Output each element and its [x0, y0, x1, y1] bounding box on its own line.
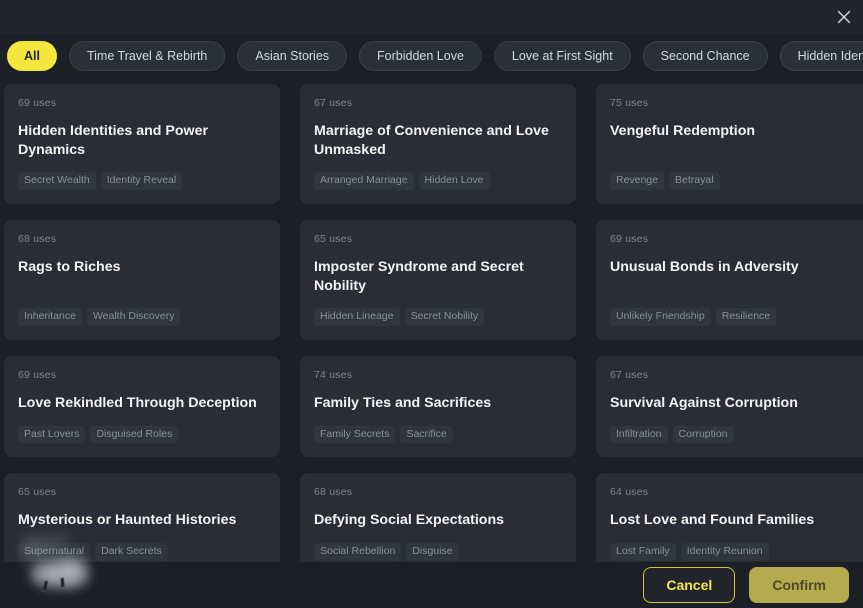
- card-tag: Social Rebellion: [314, 543, 402, 561]
- trope-card[interactable]: 69 uses Hidden Identities and Power Dynam…: [4, 84, 280, 205]
- card-tag-list: Infiltration Corruption: [610, 425, 858, 444]
- card-tag: Supernatural: [18, 543, 91, 561]
- filter-chip-3[interactable]: Forbidden Love: [359, 41, 482, 71]
- card-uses-count: 65 uses: [314, 233, 353, 246]
- cancel-button[interactable]: Cancel: [643, 567, 736, 603]
- trope-card[interactable]: 68 uses Rags to Riches Inheritance Wealth D…: [4, 220, 280, 341]
- filter-chip-0[interactable]: All: [7, 41, 57, 71]
- modal-footer: Cancel Confirm: [0, 562, 863, 608]
- card-tag: Revenge: [610, 172, 665, 191]
- card-tag: Wealth Discovery: [86, 308, 181, 327]
- trope-card[interactable]: 74 uses Family Ties and Sacrifices Family …: [300, 356, 576, 458]
- card-tag: Past Lovers: [18, 425, 86, 444]
- filter-chip-2[interactable]: Asian Stories: [237, 41, 348, 71]
- close-icon: [837, 10, 851, 24]
- trope-card[interactable]: 64 uses Lost Love and Found Families Lost …: [596, 473, 863, 566]
- close-button[interactable]: [830, 3, 858, 31]
- card-uses-count: 67 uses: [610, 369, 649, 382]
- card-uses-count: 65 uses: [18, 486, 57, 499]
- card-uses-count: 74 uses: [314, 369, 353, 382]
- card-title: Family Ties and Sacrifices: [314, 395, 492, 412]
- card-uses-count: 68 uses: [314, 486, 353, 499]
- trope-card[interactable]: 69 uses Unusual Bonds in Adversity Unlikel…: [596, 220, 863, 341]
- card-tag-list: Supernatural Dark Secrets: [18, 543, 266, 561]
- card-title: Imposter Syndrome and Secret Nobility: [314, 259, 524, 294]
- card-tag: Hidden Lineage: [314, 308, 400, 327]
- card-tag: Sacrifice: [400, 425, 453, 444]
- card-tag: Family Secrets: [314, 425, 396, 444]
- card-tag: Inheritance: [18, 308, 82, 327]
- card-tag: Secret Wealth: [18, 172, 96, 191]
- card-tag-list: Arranged Marriage Hidden Love: [314, 172, 562, 191]
- trope-selector-modal: All Time Travel & Rebirth Asian Stories For…: [0, 0, 863, 608]
- card-tag: Arranged Marriage: [314, 172, 414, 191]
- filter-chip-5[interactable]: Second Chance: [642, 41, 768, 71]
- trope-card[interactable]: 67 uses Marriage of Convenience and Love …: [300, 84, 576, 205]
- card-tag-list: Revenge Betrayal: [610, 172, 858, 191]
- card-tag: Resilience: [715, 308, 777, 327]
- card-tag: Dark Secrets: [95, 543, 168, 561]
- trope-card[interactable]: 69 uses Love Rekindled Through Deception P…: [4, 356, 280, 458]
- trope-card[interactable]: 65 uses Mysterious or Haunted Histories Su…: [4, 473, 280, 566]
- trope-card[interactable]: 65 uses Imposter Syndrome and Secret Nobi…: [300, 220, 576, 341]
- card-title: Love Rekindled Through Deception: [18, 395, 257, 412]
- card-title: Mysterious or Haunted Histories: [18, 512, 237, 529]
- card-uses-count: 69 uses: [18, 97, 57, 109]
- card-title: Defying Social Expectations: [314, 512, 505, 529]
- card-uses-count: 64 uses: [610, 486, 649, 499]
- card-title: Vengeful Redemption: [610, 123, 756, 139]
- card-title: Survival Against Corruption: [610, 395, 798, 412]
- card-tag: Betrayal: [669, 172, 720, 191]
- card-tag-list: Family Secrets Sacrifice: [314, 425, 562, 444]
- filter-chips-row[interactable]: All Time Travel & Rebirth Asian Stories For…: [0, 40, 863, 72]
- card-tag: Infiltration: [610, 425, 668, 444]
- trope-card-grid[interactable]: 69 uses Hidden Identities and Power Dynam…: [4, 84, 863, 566]
- card-tag: Identity Reunion: [680, 543, 769, 561]
- modal-header: [0, 0, 863, 34]
- card-tag-list: Social Rebellion Disguise: [314, 543, 562, 561]
- card-tag: Disguised Roles: [90, 425, 179, 444]
- card-tag-list: Hidden Lineage Secret Nobility: [314, 308, 562, 327]
- card-tag-list: Inheritance Wealth Discovery: [18, 308, 266, 327]
- trope-card[interactable]: 67 uses Survival Against Corruption Infilt…: [596, 356, 863, 458]
- card-uses-count: 75 uses: [610, 97, 649, 109]
- card-tag: Disguise: [406, 543, 459, 561]
- card-title: Lost Love and Found Families: [610, 512, 815, 529]
- filter-chip-6[interactable]: Hidden Identity: [779, 41, 863, 71]
- card-tag: Hidden Love: [418, 172, 490, 191]
- card-title: Hidden Identities and Power Dynamics: [18, 123, 208, 158]
- card-tag: Unlikely Friendship: [610, 308, 711, 327]
- card-tag: Identity Reveal: [100, 172, 183, 191]
- card-tag: Lost Family: [610, 543, 676, 561]
- trope-card[interactable]: 68 uses Defying Social Expectations Social…: [300, 473, 576, 566]
- card-tag-list: Lost Family Identity Reunion: [610, 543, 858, 561]
- card-uses-count: 69 uses: [610, 233, 649, 246]
- card-uses-count: 68 uses: [18, 233, 57, 246]
- card-title: Rags to Riches: [18, 259, 121, 276]
- filter-chip-4[interactable]: Love at First Sight: [493, 41, 631, 71]
- card-tag-list: Past Lovers Disguised Roles: [18, 425, 266, 444]
- filter-chip-1[interactable]: Time Travel & Rebirth: [68, 41, 226, 71]
- trope-card[interactable]: 75 uses Vengeful Redemption Revenge Betraya…: [596, 84, 863, 205]
- card-tag: Corruption: [672, 425, 734, 444]
- card-tag: Secret Nobility: [404, 308, 485, 327]
- card-uses-count: 69 uses: [18, 369, 57, 382]
- card-tag-list: Unlikely Friendship Resilience: [610, 308, 858, 327]
- card-title: Unusual Bonds in Adversity: [610, 259, 799, 276]
- card-tag-list: Secret Wealth Identity Reveal: [18, 172, 266, 191]
- card-title: Marriage of Convenience and Love Unmaske…: [314, 123, 549, 158]
- confirm-button[interactable]: Confirm: [749, 567, 849, 603]
- card-uses-count: 67 uses: [314, 97, 353, 109]
